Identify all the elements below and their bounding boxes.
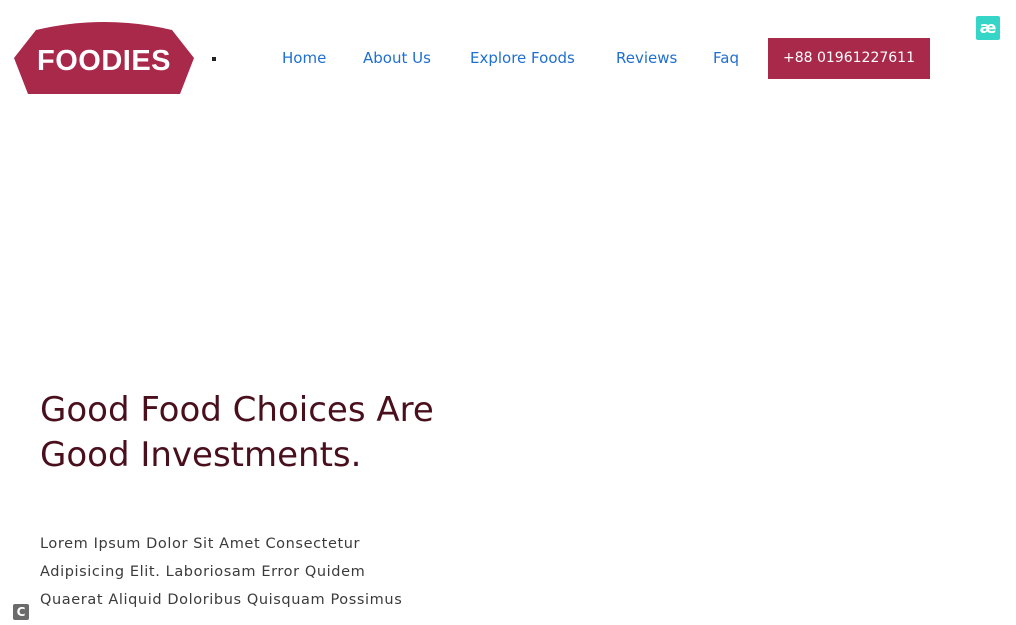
nav-explore-foods[interactable]: Explore Foods — [470, 47, 575, 69]
hero-title: Good Food Choices Are Good Investments. — [40, 390, 434, 475]
nav-reviews[interactable]: Reviews — [616, 47, 677, 69]
corner-icon[interactable]: C — [13, 604, 29, 620]
nav-about-us[interactable]: About Us — [363, 47, 431, 69]
phone-button[interactable]: +88 01961227611 — [768, 38, 930, 79]
nav-faq[interactable]: Faq — [713, 47, 739, 69]
nav-home[interactable]: Home — [282, 47, 326, 69]
extension-icon[interactable]: æ — [976, 16, 1000, 40]
hero-text: Lorem Ipsum Dolor Sit Amet Consectetur A… — [40, 536, 403, 608]
